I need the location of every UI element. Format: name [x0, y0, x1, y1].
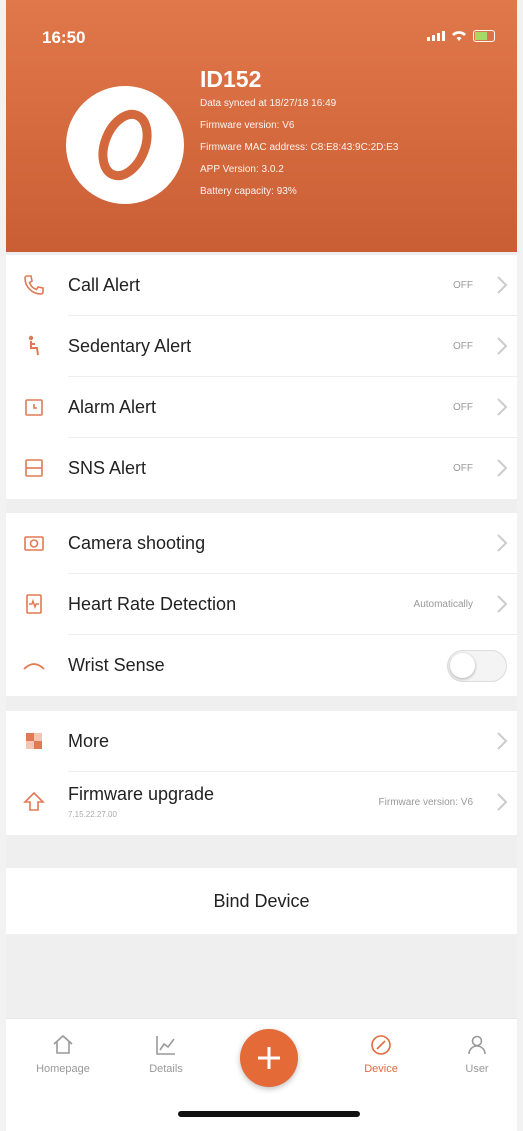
phone-icon	[24, 275, 44, 295]
user-icon	[468, 1035, 486, 1055]
more-row[interactable]: More	[6, 711, 517, 772]
tab-label: Device	[364, 1063, 398, 1075]
status-time: 16:50	[42, 28, 86, 47]
heart-rate-icon	[26, 594, 42, 614]
heart-rate-detection-row[interactable]: Heart Rate Detection Automatically	[6, 574, 517, 635]
device-name: ID152	[200, 66, 262, 92]
chevron-right-icon	[497, 732, 508, 750]
wrist-sense-row: Wrist Sense	[6, 635, 517, 696]
more-icon	[26, 733, 42, 749]
chevron-right-icon	[497, 337, 508, 355]
watch-icon	[371, 1035, 391, 1055]
chevron-right-icon	[497, 398, 508, 416]
signal-icon	[427, 31, 445, 41]
row-label: Wrist Sense	[68, 655, 165, 675]
row-label: Call Alert	[68, 275, 141, 295]
alarm-icon	[25, 399, 43, 416]
chart-icon	[156, 1036, 175, 1055]
tab-label: Homepage	[36, 1063, 90, 1075]
mac-address: Firmware MAC address: C8:E8:43:9C:2D:E3	[200, 142, 399, 153]
sync-time: Data synced at 18/27/18 16:49	[200, 98, 337, 109]
row-value: Automatically	[413, 599, 473, 610]
home-icon	[53, 1034, 73, 1054]
row-label: More	[68, 731, 110, 751]
plus-icon	[258, 1047, 280, 1069]
chevron-right-icon	[497, 793, 508, 811]
device-header: 16:50 ID152 Data synced at 18/27/18 16:4…	[6, 0, 517, 252]
wifi-icon	[452, 31, 466, 41]
camera-shooting-row[interactable]: Camera shooting	[6, 513, 517, 574]
row-label: Heart Rate Detection	[68, 594, 237, 614]
firmware-version: Firmware version: V6	[200, 120, 295, 131]
tab-label: User	[465, 1063, 489, 1075]
camera-icon	[24, 536, 44, 551]
row-value: Firmware version: V6	[378, 797, 473, 808]
app-screen: 16:50 ID152 Data synced at 18/27/18 16:4…	[6, 0, 517, 1131]
battery-icon	[473, 30, 495, 42]
row-label: Firmware upgrade	[68, 784, 215, 804]
chevron-right-icon	[497, 276, 508, 294]
tab-homepage[interactable]: Homepage	[18, 1033, 108, 1075]
row-label: Sedentary Alert	[68, 336, 192, 356]
row-value: OFF	[453, 280, 473, 291]
row-label: Alarm Alert	[68, 397, 157, 417]
tab-label: Details	[149, 1063, 183, 1075]
features-list: Camera shooting Heart Rate Detection Aut…	[6, 513, 517, 696]
wrist-sense-toggle[interactable]	[447, 650, 507, 682]
call-alert-row[interactable]: Call Alert OFF	[6, 255, 517, 316]
bind-device-button[interactable]: Bind Device	[6, 868, 517, 934]
row-value: OFF	[453, 463, 473, 474]
device-avatar	[66, 86, 184, 204]
sedentary-icon	[28, 335, 39, 356]
wrist-icon	[23, 663, 45, 670]
add-button[interactable]	[240, 1029, 298, 1087]
sns-alert-row[interactable]: SNS Alert OFF	[6, 438, 517, 499]
status-icons	[427, 30, 495, 42]
home-indicator	[178, 1111, 360, 1117]
alarm-alert-row[interactable]: Alarm Alert OFF	[6, 377, 517, 438]
app-version: APP Version: 3.0.2	[200, 164, 284, 175]
chevron-right-icon	[497, 595, 508, 613]
chevron-right-icon	[497, 534, 508, 552]
band-logo-icon	[98, 109, 152, 181]
row-value: OFF	[453, 402, 473, 413]
row-label: Camera shooting	[68, 533, 206, 553]
chevron-right-icon	[497, 459, 508, 477]
message-icon	[25, 459, 43, 477]
tab-device[interactable]: Device	[336, 1033, 426, 1075]
firmware-upgrade-row[interactable]: Firmware upgrade 7.15.22.27.00 Firmware …	[6, 772, 517, 833]
alerts-list: Call Alert OFF Sedentary Alert OFF Alarm…	[6, 255, 517, 499]
sedentary-alert-row[interactable]: Sedentary Alert OFF	[6, 316, 517, 377]
row-value: OFF	[453, 341, 473, 352]
row-label: SNS Alert	[68, 458, 147, 478]
tab-user[interactable]: User	[432, 1033, 517, 1075]
tab-details[interactable]: Details	[121, 1033, 211, 1075]
firmware-build: 7.15.22.27.00	[68, 810, 117, 819]
more-list: More Firmware upgrade 7.15.22.27.00 Firm…	[6, 711, 517, 835]
battery-capacity: Battery capacity: 93%	[200, 186, 297, 197]
upgrade-icon	[23, 791, 45, 811]
